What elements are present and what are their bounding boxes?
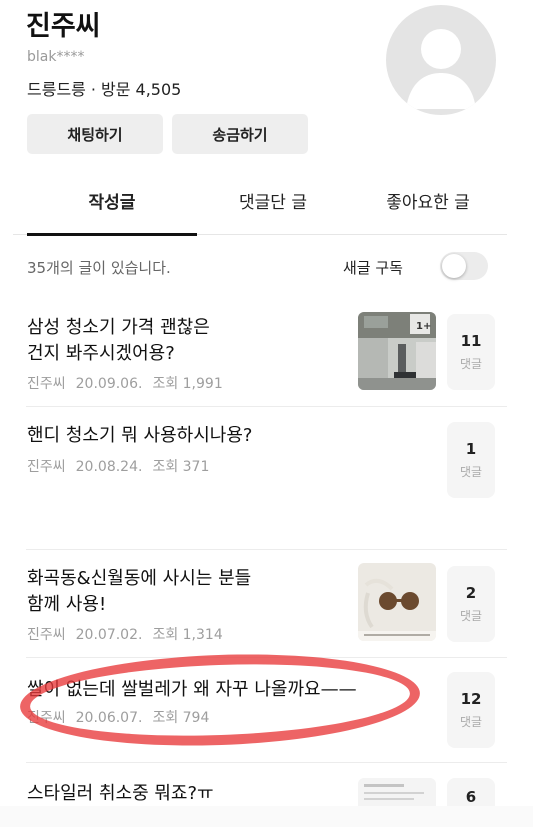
profile-visits-count: 4,505 [135,80,182,99]
profile-visits-label: 방문 [100,80,131,99]
post-meta: 진주씨 20.07.02. 조회 1,314 [27,624,233,644]
comment-label: 댓글 [459,465,483,479]
active-tab-indicator [27,233,197,236]
divider [26,657,507,658]
bottom-edge [0,806,533,827]
default-avatar-icon [406,29,476,109]
post-title-line: 쌀이 없는데 쌀벌레가 왜 자꾸 나올까요—— [27,679,357,700]
post-title[interactable]: 스타일러 취소중 뭐죠?ㅠ [27,781,214,807]
subscribe-label: 새글 구독 [343,259,403,277]
post-views: 조회 1,314 [152,627,223,643]
post-meta: 진주씨 20.06.07. 조회 794 [27,707,219,727]
comment-count-box[interactable]: 11 댓글 [447,314,495,390]
sunglasses-photo-icon [358,563,436,641]
divider [26,762,507,763]
profile-stats: 드릉드릉 · 방문 4,505 [27,80,182,99]
post-title[interactable]: 화곡동&신월동에 사시는 분들 함께 사용! [27,566,251,618]
divider [26,406,507,407]
post-date: 20.06.07. [75,710,143,726]
post-title[interactable]: 핸디 청소기 뭐 사용하시나용? [27,423,252,449]
divider [26,549,507,550]
post-title[interactable]: 삼성 청소기 가격 괜찮은 건지 봐주시겠어용? [27,315,210,367]
tab-my-posts[interactable]: 작성글 [27,188,197,213]
post-title[interactable]: 쌀이 없는데 쌀벌레가 왜 자꾸 나올까요—— [27,677,357,703]
post-date: 20.09.06. [75,376,143,392]
post-meta: 진주씨 20.09.06. 조회 1,991 [27,373,233,393]
post-thumbnail[interactable] [358,778,436,806]
svg-text:1+: 1+ [416,321,431,332]
post-author: 진주씨 [27,376,66,392]
profile-level: 드릉드릉 [27,80,86,99]
post-date: 20.08.24. [75,459,143,475]
comment-label: 댓글 [459,357,483,371]
post-count: 35개의 글이 있습니다. [27,259,171,277]
comment-count-box[interactable]: 1 댓글 [447,422,495,498]
document-photo-icon [358,778,436,806]
profile-name: 진주씨 [26,11,101,42]
post-title-line: 삼성 청소기 가격 괜찮은 [27,317,210,338]
comment-label: 댓글 [459,715,483,729]
post-thumbnail[interactable]: 1+ [358,312,436,390]
comment-count-box[interactable]: 2 댓글 [447,566,495,642]
comment-count: 1 [465,440,477,458]
profile-tabs: 작성글 댓글단 글 좋아요한 글 [13,178,507,236]
post-author: 진주씨 [27,459,66,475]
comment-count: 11 [460,332,482,350]
avatar[interactable] [386,5,496,115]
post-thumbnail[interactable] [358,563,436,641]
post-meta: 진주씨 20.08.24. 조회 371 [27,456,219,476]
comment-count: 12 [460,690,482,708]
post-title-line: 스타일러 취소중 뭐죠?ㅠ [27,783,214,804]
toggle-knob [442,254,466,278]
chat-button[interactable]: 채팅하기 [27,114,163,154]
tab-liked-posts[interactable]: 좋아요한 글 [353,188,503,213]
post-title-line: 화곡동&신월동에 사시는 분들 [27,568,252,589]
tab-commented-posts[interactable]: 댓글단 글 [203,188,343,213]
comment-label: 댓글 [459,609,483,623]
subscribe-toggle[interactable] [440,252,488,280]
comment-count: 2 [465,584,477,602]
post-title-line: 함께 사용! [27,594,107,615]
post-date: 20.07.02. [75,627,143,643]
post-views: 조회 1,991 [152,376,223,392]
comment-count: 6 [465,788,477,806]
post-author: 진주씨 [27,627,66,643]
comment-count-box[interactable]: 6 [447,778,495,806]
vacuum-store-photo-icon: 1+ [358,312,436,390]
send-money-button[interactable]: 송금하기 [172,114,308,154]
comment-count-box[interactable]: 12 댓글 [447,672,495,748]
profile-user-id: blak**** [27,49,85,65]
post-author: 진주씨 [27,710,66,726]
post-views: 조회 794 [152,710,210,726]
post-title-line: 핸디 청소기 뭐 사용하시나용? [27,425,253,446]
post-views: 조회 371 [152,459,210,475]
post-title-line: 건지 봐주시겠어용? [27,343,175,364]
